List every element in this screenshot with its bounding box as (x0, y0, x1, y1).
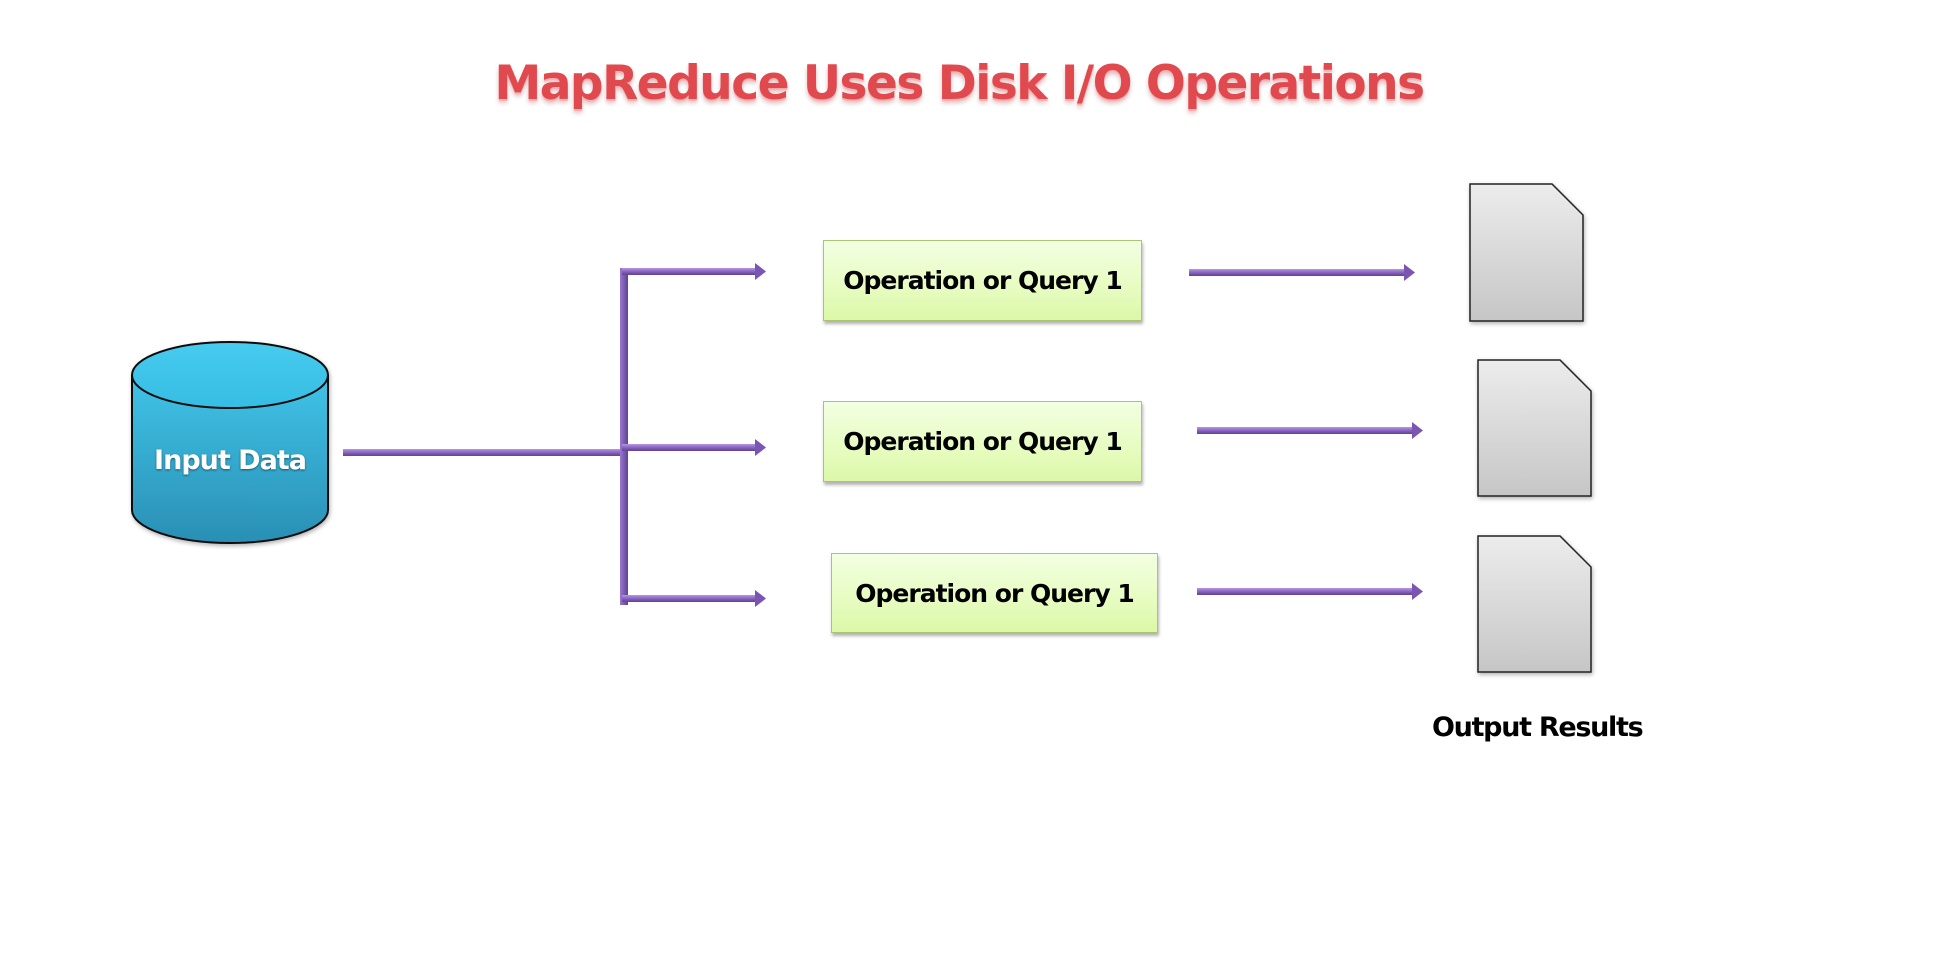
operation-box-3: Operation or Query 1 (831, 553, 1158, 633)
operation-box-1: Operation or Query 1 (823, 240, 1142, 321)
output-arrow-3 (1197, 583, 1423, 600)
document-icon (1477, 359, 1592, 497)
output-arrow-1 (1189, 264, 1415, 281)
document-icon (1469, 183, 1584, 322)
output-arrow-2 (1197, 422, 1423, 439)
input-data-label: Input Data (154, 445, 307, 476)
document-icon (1477, 535, 1592, 673)
input-line (343, 449, 621, 456)
input-connector (343, 268, 628, 605)
branch-arrow-3 (622, 590, 766, 607)
branch-arrow-1 (622, 263, 766, 280)
branch-arrow-2 (622, 439, 766, 456)
output-results-label: Output Results (1432, 712, 1644, 743)
operation-box-2: Operation or Query 1 (823, 401, 1142, 482)
splitter-line (620, 268, 628, 605)
database-cylinder-icon (131, 341, 329, 544)
